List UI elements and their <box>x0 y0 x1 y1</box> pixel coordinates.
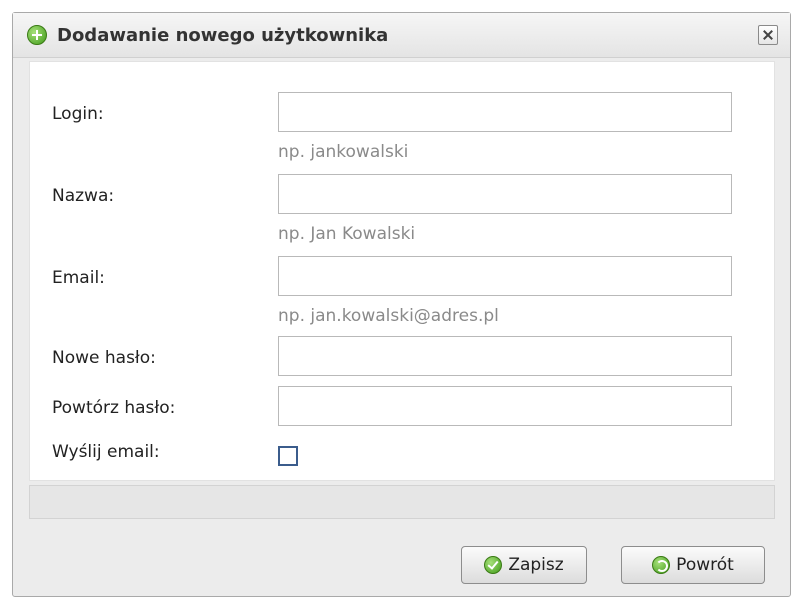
email-input[interactable] <box>278 256 732 296</box>
add-icon <box>27 25 47 45</box>
repeat-password-input[interactable] <box>278 386 732 426</box>
check-icon <box>484 556 503 574</box>
user-form: Login: np. jankowalski Nazwa: np. Jan Ko… <box>29 61 775 481</box>
new-password-input[interactable] <box>278 336 732 376</box>
email-label: Email: <box>52 268 105 288</box>
refresh-back-icon <box>652 556 671 574</box>
name-label: Nazwa: <box>52 186 115 206</box>
repeat-password-label: Powtórz hasło: <box>52 398 176 418</box>
status-bar <box>29 485 775 519</box>
send-email-label: Wyślij email: <box>52 442 160 462</box>
back-button-label: Powrót <box>676 555 734 575</box>
save-button-label: Zapisz <box>508 555 564 575</box>
send-email-checkbox[interactable] <box>278 446 298 466</box>
new-password-label: Nowe hasło: <box>52 348 156 368</box>
login-input[interactable] <box>278 92 732 132</box>
name-input[interactable] <box>278 174 732 214</box>
name-hint: np. Jan Kowalski <box>278 224 416 244</box>
dialog-title: Dodawanie nowego użytkownika <box>57 25 389 46</box>
close-icon[interactable] <box>758 25 778 45</box>
dialog-titlebar: Dodawanie nowego użytkownika <box>13 13 790 58</box>
email-hint: np. jan.kowalski@adres.pl <box>278 306 499 326</box>
save-button[interactable]: Zapisz <box>461 546 587 584</box>
login-hint: np. jankowalski <box>278 142 409 162</box>
add-user-dialog: Dodawanie nowego użytkownika Login: np. … <box>12 12 791 597</box>
back-button[interactable]: Powrót <box>621 546 765 584</box>
login-label: Login: <box>52 104 104 124</box>
